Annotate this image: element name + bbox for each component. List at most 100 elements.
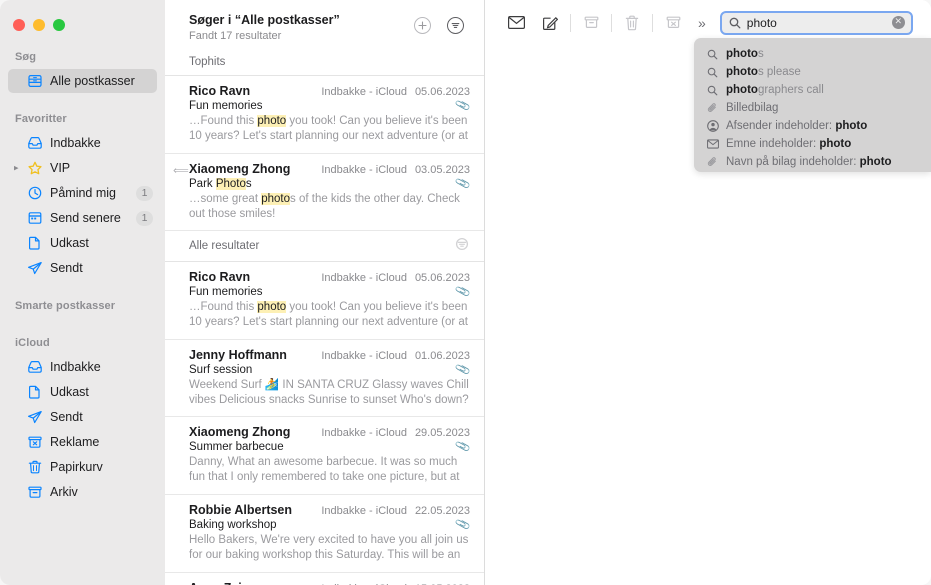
- search-suggestions-dropdown[interactable]: photos photos please photographers call …: [694, 38, 931, 172]
- sidebar-item-alle-postkasser[interactable]: Alle postkasser: [8, 69, 157, 93]
- inbox-icon: [26, 135, 43, 151]
- sidebar-item-indbakke[interactable]: Indbakke: [8, 131, 157, 155]
- toolbar-divider: [611, 14, 612, 32]
- message-list-item[interactable]: Xiaomeng Zhong Indbakke - iCloud 29.05.2…: [165, 417, 484, 495]
- attachment-icon: [705, 102, 720, 114]
- message-list-item[interactable]: Anne Zeigen Indbakke - iCloud 15.05.2023…: [165, 573, 484, 585]
- suggestion-item[interactable]: Billedbilag: [694, 99, 931, 117]
- search-container: photo ✕: [720, 11, 913, 35]
- junk-icon[interactable]: [656, 10, 690, 36]
- sidebar-item-label: Udkast: [50, 385, 157, 399]
- search-icon: [705, 67, 720, 78]
- sidebar-section-header: Favoritter: [0, 113, 165, 130]
- sidebar-item-sendt[interactable]: Sendt: [8, 405, 157, 429]
- sidebar-item-label: Indbakke: [50, 360, 157, 374]
- search-input[interactable]: photo: [747, 16, 892, 30]
- delete-icon[interactable]: [615, 10, 649, 36]
- toolbar-overflow-button[interactable]: »: [690, 15, 714, 31]
- message-subject: Fun memories: [189, 286, 456, 298]
- attachment-icon: 📎: [454, 283, 471, 300]
- message-mailbox: Indbakke - iCloud: [321, 272, 407, 284]
- attachment-icon: 📎: [454, 516, 471, 533]
- sidebar-item-sendt[interactable]: Sendt: [8, 256, 157, 280]
- message-mailbox: Indbakke - iCloud: [321, 86, 407, 98]
- sidebar-item-label: Arkiv: [50, 485, 157, 499]
- suggestion-item[interactable]: photos: [694, 45, 931, 63]
- suggestion-label: Afsender indeholder: photo: [726, 120, 867, 132]
- message-preview: …some great photos of the kids the other…: [189, 192, 470, 221]
- sidebar-item-udkast[interactable]: Udkast: [8, 380, 157, 404]
- close-button[interactable]: [13, 19, 25, 31]
- paper-plane-icon: [26, 260, 43, 276]
- message-list-item[interactable]: Robbie Albertsen Indbakke - iCloud 22.05…: [165, 495, 484, 573]
- message-list[interactable]: Søger i “Alle postkasser” Fandt 17 resul…: [165, 0, 485, 585]
- message-list-item[interactable]: Rico Ravn Indbakke - iCloud 05.06.2023 F…: [165, 262, 484, 340]
- star-icon: [26, 160, 43, 176]
- zoom-button[interactable]: [53, 19, 65, 31]
- sidebar-item-udkast[interactable]: Udkast: [8, 231, 157, 255]
- attachment-icon: 📎: [454, 97, 471, 114]
- attachment-icon: 📎: [454, 175, 471, 192]
- message-mailbox: Indbakke - iCloud: [321, 164, 407, 176]
- sidebar-item-reklame[interactable]: Reklame: [8, 430, 157, 454]
- message-subject: Fun memories: [189, 100, 456, 112]
- chevron-right-icon[interactable]: ▸: [14, 163, 19, 174]
- message-sender: Anne Zeigen: [189, 581, 321, 585]
- archive-icon[interactable]: [574, 10, 608, 36]
- suggestion-item[interactable]: photographers call: [694, 81, 931, 99]
- message-subject: Baking workshop: [189, 519, 456, 531]
- sidebar-item-indbakke[interactable]: Indbakke: [8, 355, 157, 379]
- sidebar-section-header: Søg: [0, 51, 165, 68]
- suggestion-label: Emne indeholder: photo: [726, 138, 851, 150]
- sidebar-item-label: Papirkurv: [50, 460, 157, 474]
- suggestion-item[interactable]: Navn på bilag indeholder: photo: [694, 153, 931, 171]
- toolbar-divider: [570, 14, 571, 32]
- sidebar-item-label: Send senere: [50, 211, 136, 225]
- sidebar-item-label: Sendt: [50, 261, 157, 275]
- sidebar-item-vip[interactable]: ▸ VIP: [8, 156, 157, 180]
- mail-window: Søg Alle postkasser Favoritter Indbakke ▸ V…: [0, 0, 931, 585]
- suggestion-item[interactable]: Emne indeholder: photo: [694, 135, 931, 153]
- message-list-item[interactable]: Jenny Hoffmann Indbakke - iCloud 01.06.2…: [165, 340, 484, 417]
- message-sender: Jenny Hoffmann: [189, 348, 321, 362]
- add-icon[interactable]: [414, 17, 431, 34]
- sidebar-section-header: Smarte postkasser: [0, 300, 165, 317]
- junk-icon: [26, 434, 43, 450]
- sidebar-item-label: Reklame: [50, 435, 157, 449]
- sidebar-item-papirkurv[interactable]: Papirkurv: [8, 455, 157, 479]
- message-date: 05.06.2023: [415, 272, 470, 284]
- trash-icon: [26, 459, 43, 475]
- message-sender: Rico Ravn: [189, 270, 321, 284]
- calendar-icon: [26, 210, 43, 226]
- sidebar-item-p-mind-mig[interactable]: Påmind mig1: [8, 181, 157, 205]
- sidebar-item-arkiv[interactable]: Arkiv: [8, 480, 157, 504]
- filter-icon[interactable]: [447, 17, 464, 34]
- message-preview: …Found this photo you took! Can you beli…: [189, 114, 470, 144]
- search-field[interactable]: photo ✕: [720, 11, 913, 35]
- attachment-icon: [705, 156, 720, 168]
- document-icon: [26, 235, 43, 251]
- archive-icon: [26, 484, 43, 500]
- sidebar-item-label: VIP: [50, 161, 157, 175]
- unread-badge: 1: [136, 211, 153, 226]
- mark-unread-icon[interactable]: [499, 10, 533, 36]
- sort-icon[interactable]: [454, 237, 470, 254]
- attachment-icon: 📎: [454, 438, 471, 455]
- message-sender: Xiaomeng Zhong: [189, 162, 321, 176]
- message-mailbox: Indbakke - iCloud: [321, 350, 407, 362]
- message-subject: Park Photos: [189, 178, 456, 190]
- suggestion-label: Navn på bilag indeholder: photo: [726, 156, 892, 168]
- clock-icon: [26, 185, 43, 201]
- minimize-button[interactable]: [33, 19, 45, 31]
- sidebar-item-send-senere[interactable]: Send senere1: [8, 206, 157, 230]
- sidebar-section-header: iCloud: [0, 337, 165, 354]
- clear-icon[interactable]: ✕: [892, 16, 905, 29]
- message-date: 03.05.2023: [415, 164, 470, 176]
- suggestion-item[interactable]: Afsender indeholder: photo: [694, 117, 931, 135]
- message-subject: Surf session: [189, 364, 456, 376]
- suggestion-label: photos please: [726, 66, 801, 78]
- compose-icon[interactable]: [533, 10, 567, 36]
- message-list-item[interactable]: Rico Ravn Indbakke - iCloud 05.06.2023 F…: [165, 76, 484, 154]
- message-list-item[interactable]: ⟸ Xiaomeng Zhong Indbakke - iCloud 03.05…: [165, 154, 484, 231]
- suggestion-item[interactable]: photos please: [694, 63, 931, 81]
